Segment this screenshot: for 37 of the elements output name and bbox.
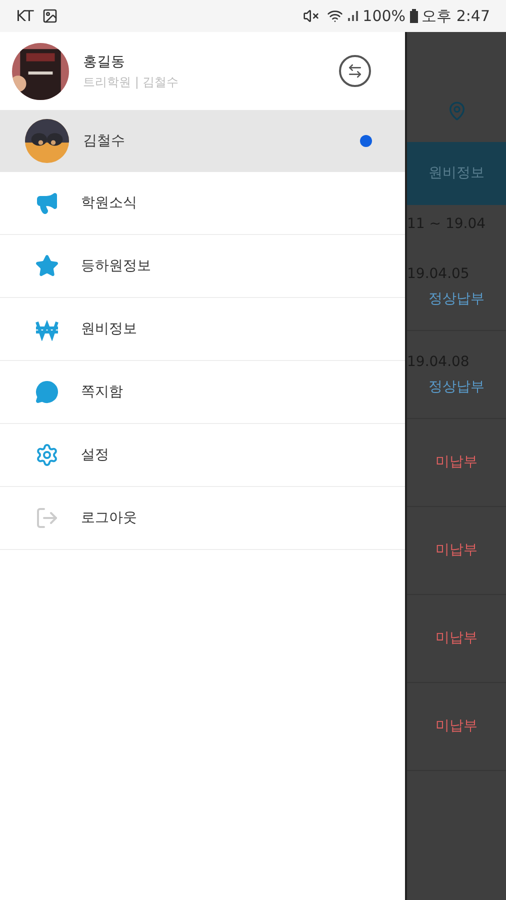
- payment-status: 미납부: [436, 629, 478, 648]
- swap-icon: [347, 63, 363, 79]
- menu-item[interactable]: 쪽지함: [0, 361, 405, 424]
- star-icon: [35, 254, 59, 278]
- menu-label: 원비정보: [81, 320, 137, 338]
- settings-icon: [35, 443, 59, 467]
- payment-status: 정상납부: [428, 378, 484, 396]
- menu-label: 쪽지함: [81, 382, 123, 402]
- signal-icon: [346, 10, 359, 22]
- child-name: 김철수: [83, 132, 126, 150]
- battery-text: 100%: [362, 6, 406, 27]
- payment-status: 미납부: [436, 453, 478, 472]
- carrier-text: KT: [16, 6, 34, 27]
- chat-icon: [35, 380, 59, 404]
- profile-subtitle: 트리학원 | 김철수: [83, 74, 180, 90]
- megaphone-icon: [35, 191, 59, 215]
- menu-item[interactable]: 등하원정보: [0, 235, 405, 298]
- location-pin-icon: [446, 101, 466, 121]
- mute-icon: [302, 8, 319, 24]
- menu-label: 학원소식: [81, 194, 137, 212]
- payment-status: 정상납부: [428, 290, 484, 308]
- menu-item[interactable]: 원비정보: [0, 298, 405, 361]
- menu-label: 로그아웃: [81, 508, 137, 528]
- payment-status: 미납부: [436, 717, 478, 736]
- profile-name: 홍길동: [83, 52, 126, 72]
- menu-item[interactable]: 학원소식: [0, 172, 405, 235]
- menu-item[interactable]: 설정: [0, 424, 405, 487]
- clock-text: 오후 2:47: [422, 6, 490, 27]
- menu-label: 등하원정보: [81, 256, 151, 276]
- battery-icon: [410, 9, 418, 23]
- logout-icon: [35, 506, 59, 530]
- child-item[interactable]: 김철수: [0, 110, 405, 172]
- image-icon: [42, 8, 58, 24]
- switch-account-button[interactable]: [339, 55, 371, 87]
- payment-status: 미납부: [436, 541, 478, 560]
- wifi-icon: [326, 8, 343, 24]
- menu-label: 설정: [81, 446, 109, 464]
